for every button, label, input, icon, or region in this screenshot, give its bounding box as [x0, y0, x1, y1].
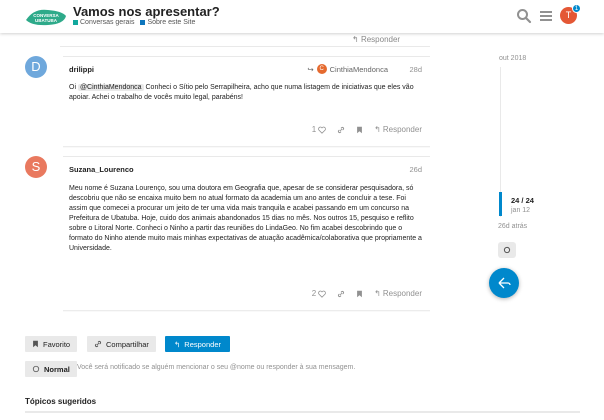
timeline-position: 24 / 24	[511, 196, 534, 205]
post-date[interactable]: 28d	[409, 65, 422, 74]
link-icon[interactable]	[337, 126, 345, 134]
category-badge[interactable]: Sobre este Site	[140, 19, 195, 26]
category-color-swatch	[140, 20, 146, 25]
like-count: 1	[311, 125, 317, 134]
reply-label: Responder	[360, 35, 401, 44]
bookmark-label: Favorito	[43, 339, 71, 349]
post-content: Oi @CinthiaMendonca Conheci o Sítio pelo…	[69, 83, 424, 103]
reply-icon: ↰	[374, 289, 381, 298]
topic-title[interactable]: Vamos nos apresentar?	[73, 4, 220, 19]
like-button[interactable]: 1	[312, 125, 326, 134]
reply-label: Responder	[382, 289, 422, 298]
post-divider	[63, 146, 430, 148]
category-badge[interactable]: Conversas gerais	[73, 19, 134, 26]
reply-fab-button[interactable]	[489, 268, 519, 298]
site-header: CONVERSA UBATUBA Vamos nos apresentar? C…	[0, 0, 604, 33]
svg-text:UBATUBA: UBATUBA	[35, 18, 58, 23]
category-breadcrumb: Conversas gerais Sobre este Site	[73, 19, 195, 26]
post-content: Meu nome é Suzana Lourenço, sou uma dout…	[69, 185, 422, 252]
notification-level-button[interactable]: Normal	[25, 361, 77, 377]
user-mention[interactable]: @CinthiaMendonca	[77, 84, 144, 91]
link-icon	[94, 340, 102, 348]
previous-post-reply[interactable]: ↰ Responder	[352, 35, 400, 44]
circle-icon	[503, 246, 511, 254]
post-date[interactable]: 26d	[409, 165, 422, 174]
bookmark-icon[interactable]	[356, 290, 363, 298]
circle-icon	[32, 365, 40, 373]
link-icon[interactable]	[337, 290, 345, 298]
timeline-position-date: jan 12	[511, 207, 531, 214]
timeline-notification-button[interactable]	[498, 242, 516, 258]
notification-badge[interactable]: 1	[572, 4, 581, 13]
reply-icon: ↰	[374, 125, 381, 134]
bookmark-icon[interactable]	[356, 126, 363, 134]
share-label: Compartilhar	[106, 339, 149, 349]
category-name: Conversas gerais	[80, 19, 135, 26]
bookmark-button[interactable]: Favorito	[25, 336, 78, 352]
post-username[interactable]: drilippi	[69, 65, 94, 74]
post-username[interactable]: Suzana_Lourenco	[69, 165, 134, 174]
reply-button[interactable]: ↰ Responder	[165, 336, 230, 352]
post-actions: 2 ↰ Responder	[312, 289, 422, 298]
post-body: drilippi ↪ C CinthiaMendonca 28d Oi @Cin…	[63, 56, 430, 146]
reply-button[interactable]: ↰ Responder	[374, 125, 422, 134]
bookmark-icon	[33, 340, 38, 348]
suggested-topics-heading: Tópicos sugeridos	[25, 397, 97, 406]
suggested-topics-divider	[25, 411, 580, 413]
category-color-swatch	[73, 20, 78, 25]
reply-icon: ↰	[174, 339, 181, 349]
timeline-last-activity[interactable]: 26d atrás	[498, 223, 527, 230]
search-icon[interactable]	[516, 8, 532, 24]
share-button[interactable]: Compartilhar	[87, 336, 156, 352]
avatar[interactable]: D	[25, 56, 47, 78]
reply-button[interactable]: ↰ Responder	[374, 289, 422, 298]
post-drilippi: D drilippi ↪ C CinthiaMendonca 28d Oi @C…	[25, 56, 430, 146]
avatar[interactable]: S	[25, 156, 47, 178]
reply-to-username: CinthiaMendonca	[329, 64, 388, 74]
reply-to-avatar: C	[316, 64, 327, 74]
hamburger-menu-icon[interactable]	[538, 8, 554, 24]
heart-icon	[318, 290, 326, 298]
post-divider	[63, 310, 430, 312]
post-actions: 1 ↰ Responder	[312, 125, 422, 134]
timeline-handle[interactable]	[499, 192, 502, 216]
timeline-start-date[interactable]: out 2018	[499, 55, 526, 62]
reply-label: Responder	[382, 125, 422, 134]
reply-icon: ↰	[352, 35, 359, 44]
like-count: 2	[311, 289, 317, 298]
post-text: Oi	[69, 84, 78, 91]
reply-label: Responder	[184, 339, 221, 349]
reply-icon	[498, 277, 511, 289]
post-body: Suzana_Lourenco 26d Meu nome é Suzana Lo…	[63, 156, 430, 310]
heart-icon	[318, 126, 326, 134]
post-divider	[60, 46, 430, 47]
site-logo[interactable]: CONVERSA UBATUBA	[24, 6, 68, 28]
post-suzana-lourenco: S Suzana_Lourenco 26d Meu nome é Suzana …	[25, 156, 430, 310]
like-button[interactable]: 2	[312, 289, 326, 298]
notification-description: Você será notificado se alguém mencionar…	[77, 364, 356, 371]
reply-to-tab[interactable]: ↪ C CinthiaMendonca	[307, 64, 388, 74]
reply-arrow-icon: ↪	[307, 64, 314, 74]
category-name: Sobre este Site	[147, 19, 196, 26]
notification-level-label: Normal	[44, 364, 70, 374]
